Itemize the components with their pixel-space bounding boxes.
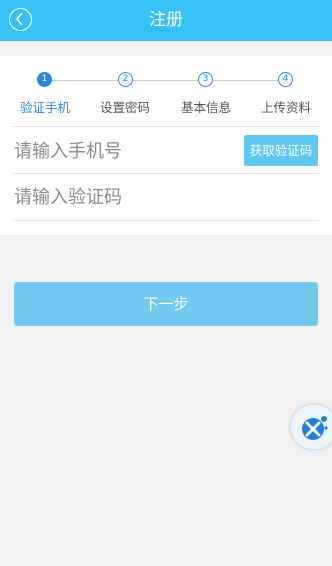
divider bbox=[13, 173, 319, 174]
divider bbox=[13, 220, 319, 221]
step-3-label: 基本信息 bbox=[180, 100, 231, 115]
divider bbox=[13, 126, 319, 127]
step-1-circle: 1 bbox=[37, 72, 52, 87]
verification-code-input[interactable]: 请输入验证码 bbox=[14, 186, 234, 210]
step-4-label: 上传资料 bbox=[260, 100, 311, 115]
registration-card: 1 2 3 4 验证手机 设置密码 基本信息 上传资料 请输入手机号 获取验证码… bbox=[0, 56, 332, 235]
page-title: 注册 bbox=[149, 10, 183, 30]
step-2-circle: 2 bbox=[118, 72, 133, 87]
top-bar: 注册 bbox=[0, 0, 332, 41]
phone-input[interactable]: 请输入手机号 bbox=[14, 140, 234, 164]
step-connector bbox=[213, 80, 278, 81]
get-code-button[interactable]: 获取验证码 bbox=[244, 135, 318, 166]
step-4-circle: 4 bbox=[278, 72, 293, 87]
step-indicator: 1 2 3 4 验证手机 设置密码 基本信息 上传资料 bbox=[0, 56, 332, 126]
step-3-circle: 3 bbox=[198, 72, 213, 87]
next-step-button[interactable]: 下一步 bbox=[14, 282, 318, 326]
step-2-label: 设置密码 bbox=[99, 100, 150, 115]
step-connector bbox=[132, 80, 198, 81]
assistive-touch-icon[interactable] bbox=[290, 404, 332, 450]
step-connector bbox=[52, 80, 118, 81]
step-1-label: 验证手机 bbox=[19, 100, 70, 115]
